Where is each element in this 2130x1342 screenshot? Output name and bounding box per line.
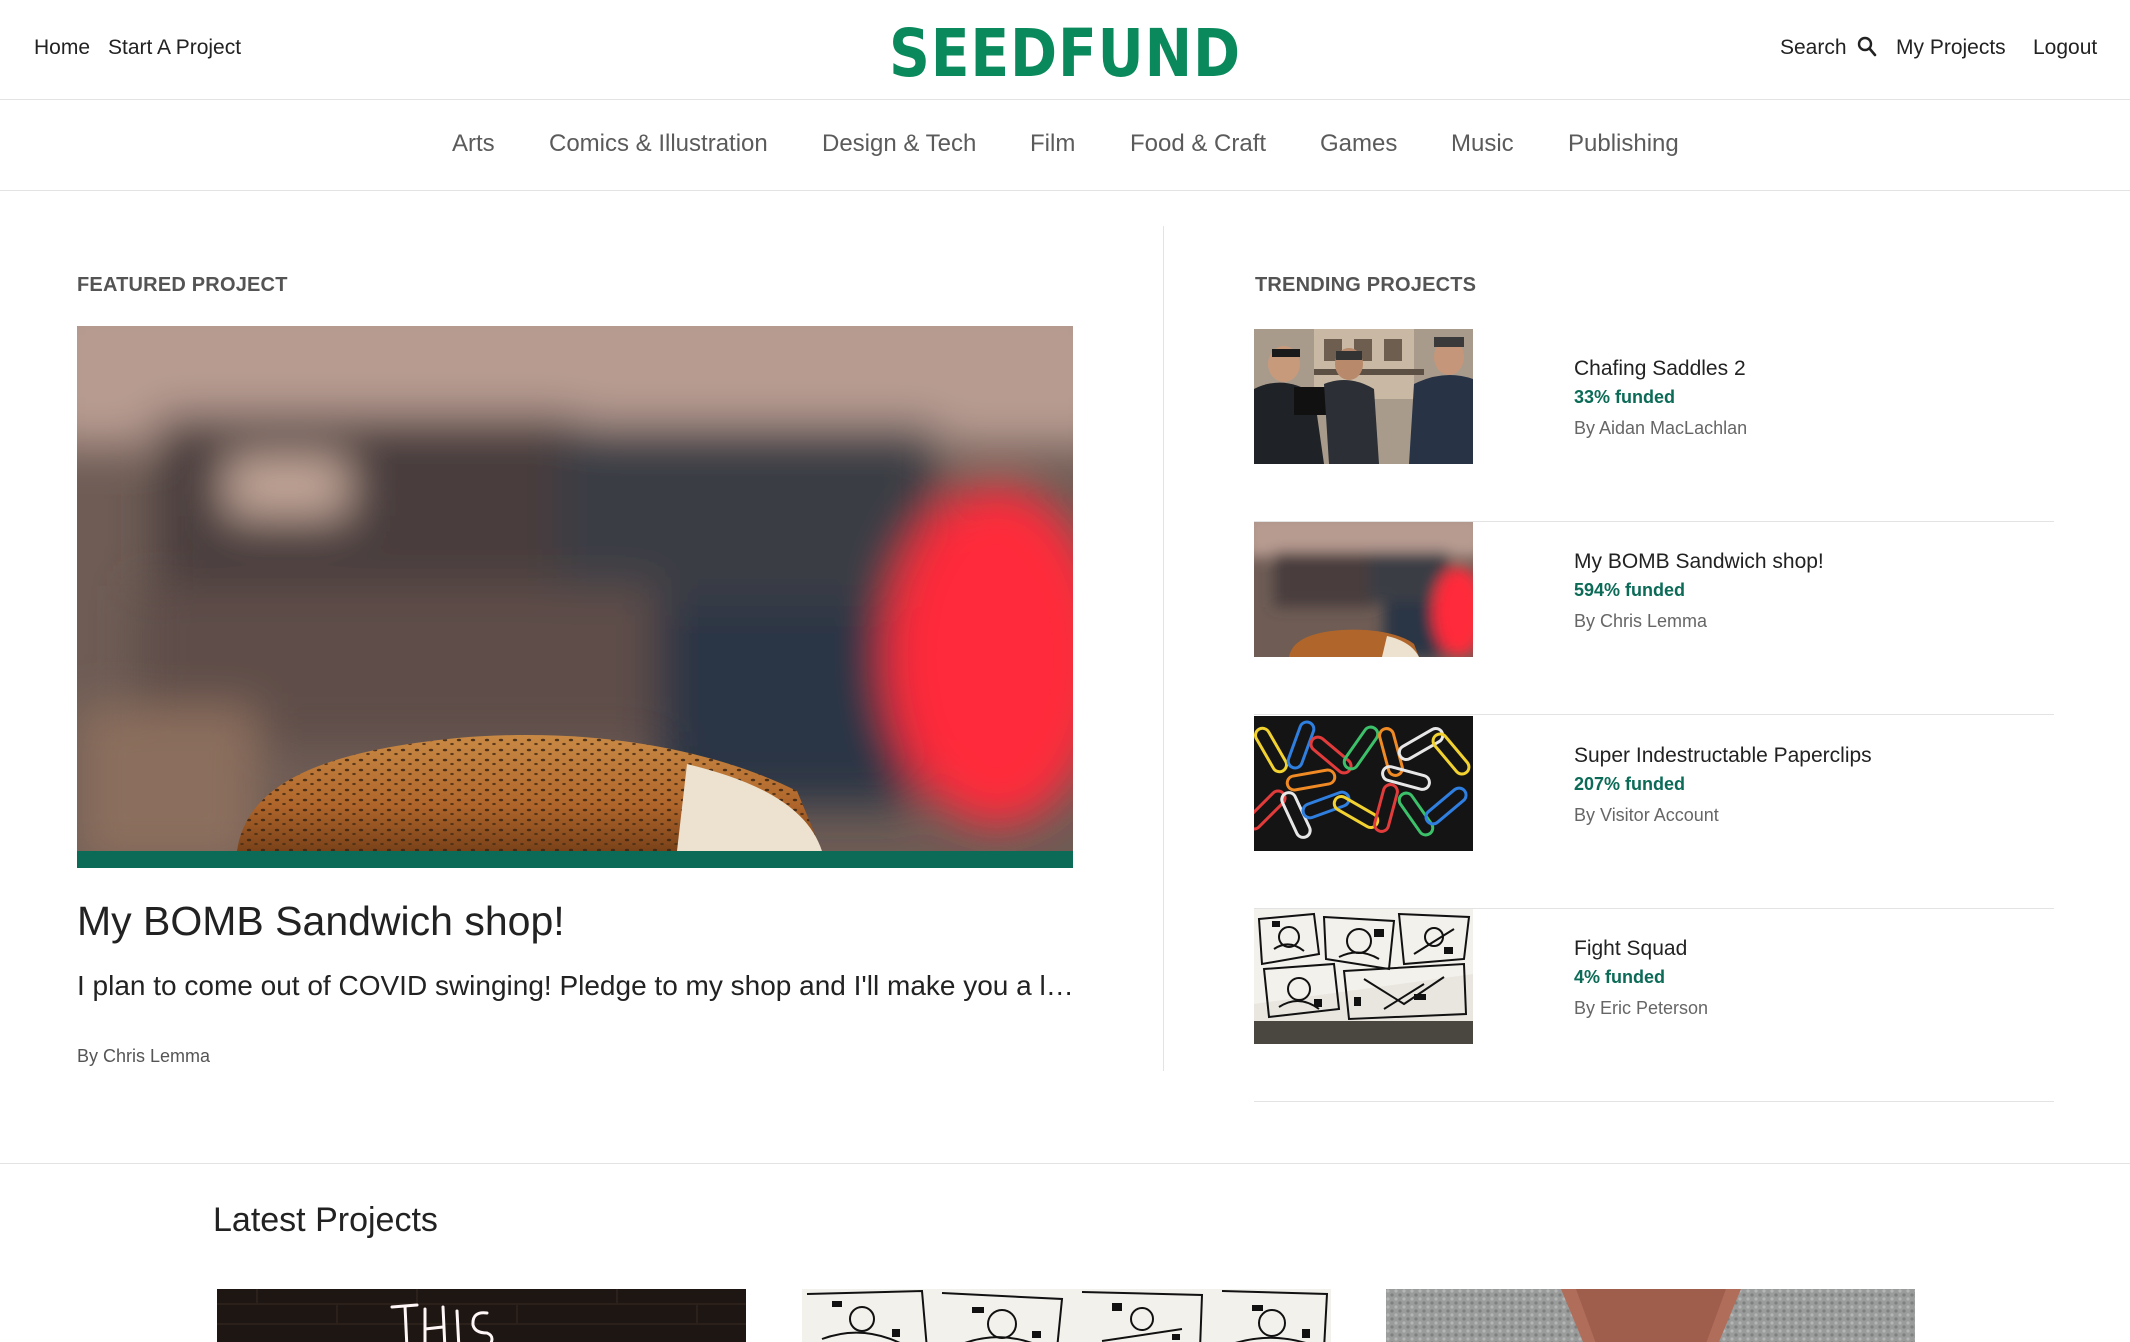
trending-item-author[interactable]: By Eric Peterson bbox=[1574, 998, 1708, 1019]
trending-item[interactable]: Fight Squad 4% funded By Eric Peterson bbox=[1254, 907, 2054, 1102]
comic-art-thumbnail[interactable] bbox=[1254, 909, 1473, 1044]
trending-item-title[interactable]: Fight Squad bbox=[1574, 937, 1687, 961]
trending-item-funded: 4% funded bbox=[1574, 967, 1666, 987]
sandwich-thumbnail[interactable] bbox=[1254, 522, 1473, 657]
nav-logout-link[interactable]: Logout bbox=[2033, 36, 2097, 60]
search-link[interactable]: Search bbox=[1780, 36, 1847, 60]
trending-item-author[interactable]: By Chris Lemma bbox=[1574, 611, 1707, 632]
trending-section-label: TRENDING PROJECTS bbox=[1255, 274, 1477, 296]
nav-my-projects-link[interactable]: My Projects bbox=[1896, 36, 2006, 60]
nav-home-link[interactable]: Home bbox=[34, 36, 90, 60]
featured-title[interactable]: My BOMB Sandwich shop! bbox=[77, 898, 565, 945]
featured-section-label: FEATURED PROJECT bbox=[77, 274, 288, 296]
category-food-craft[interactable]: Food & Craft bbox=[1130, 130, 1266, 158]
latest-project-card[interactable] bbox=[802, 1289, 1331, 1342]
trending-item-title[interactable]: My BOMB Sandwich shop! bbox=[1574, 550, 1824, 574]
trending-item-title[interactable]: Chafing Saddles 2 bbox=[1574, 357, 1746, 381]
nav-start-project-link[interactable]: Start A Project bbox=[108, 36, 241, 60]
trending-item[interactable]: Super Indestructable Paperclips 207% fun… bbox=[1254, 714, 2054, 909]
category-comics-illustration[interactable]: Comics & Illustration bbox=[549, 130, 768, 158]
trending-item-author[interactable]: By Aidan MacLachlan bbox=[1574, 418, 1747, 439]
trending-item-funded: 33% funded bbox=[1574, 387, 1676, 407]
logo-text: SEEDFUND bbox=[889, 15, 1241, 86]
category-design-tech[interactable]: Design & Tech bbox=[822, 130, 976, 158]
latest-project-card[interactable] bbox=[217, 1289, 746, 1342]
trending-item-funded: 594% funded bbox=[1574, 580, 1686, 600]
trending-item[interactable]: My BOMB Sandwich shop! 594% funded By Ch… bbox=[1254, 520, 2054, 715]
category-publishing[interactable]: Publishing bbox=[1568, 130, 1679, 158]
featured-progress-bar bbox=[77, 851, 1073, 868]
category-music[interactable]: Music bbox=[1451, 130, 1514, 158]
featured-project-image[interactable] bbox=[77, 326, 1073, 851]
film-crew-thumbnail[interactable] bbox=[1254, 329, 1473, 464]
featured-blurb: I plan to come out of COVID swinging! Pl… bbox=[77, 970, 1077, 1001]
seedfund-logo[interactable]: SEEDFUND bbox=[886, 14, 1244, 92]
top-header: Home Start A Project SEEDFUND Search My … bbox=[0, 0, 2130, 100]
category-arts[interactable]: Arts bbox=[452, 130, 495, 158]
trending-item-author[interactable]: By Visitor Account bbox=[1574, 805, 1719, 826]
search-icon[interactable] bbox=[1857, 36, 1877, 58]
paperclips-thumbnail[interactable] bbox=[1254, 716, 1473, 851]
column-divider bbox=[1163, 226, 1164, 1071]
latest-project-card[interactable] bbox=[1386, 1289, 1915, 1342]
trending-item[interactable]: Chafing Saddles 2 33% funded By Aidan Ma… bbox=[1254, 327, 2054, 522]
category-film[interactable]: Film bbox=[1030, 130, 1075, 158]
trending-item-funded: 207% funded bbox=[1574, 774, 1686, 794]
category-nav: Arts Comics & Illustration Design & Tech… bbox=[0, 99, 2130, 191]
category-games[interactable]: Games bbox=[1320, 130, 1397, 158]
featured-author[interactable]: By Chris Lemma bbox=[77, 1046, 210, 1067]
trending-item-title[interactable]: Super Indestructable Paperclips bbox=[1574, 744, 1872, 768]
latest-projects-title: Latest Projects bbox=[213, 1201, 438, 1239]
latest-projects-section: Latest Projects bbox=[0, 1163, 2130, 1342]
